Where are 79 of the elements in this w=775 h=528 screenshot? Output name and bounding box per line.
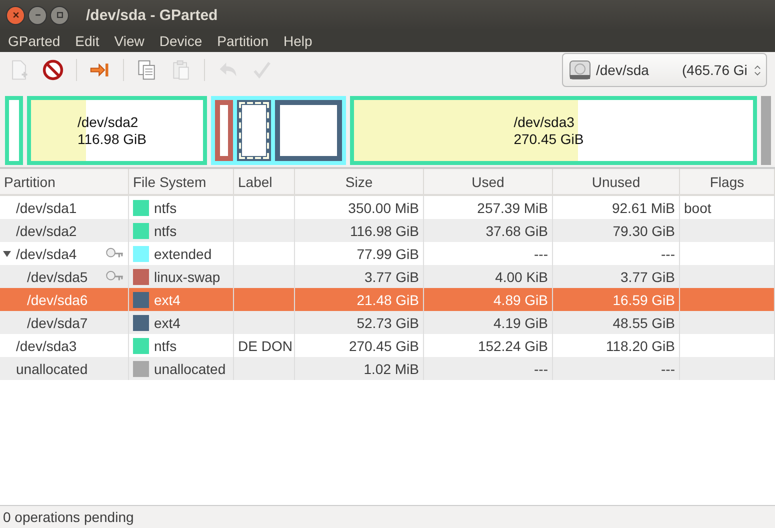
table-cell: unallocated (154, 360, 226, 376)
table-cell: /dev/sda6 (27, 292, 88, 308)
expander-icon[interactable] (3, 250, 11, 258)
close-icon (12, 11, 20, 19)
table-cell: --- (534, 360, 548, 376)
table-cell: 118.20 GiB (606, 338, 675, 354)
table-cell: 77.99 GiB (356, 246, 419, 262)
partition-block[interactable] (274, 100, 342, 161)
extended-partition-block[interactable] (211, 96, 346, 165)
partition-block[interactable]: /dev/sda2 116.98 GiB (26, 96, 208, 165)
table-cell: 3.77 GiB (364, 268, 419, 284)
table-cell: 92.61 MiB (612, 200, 675, 216)
spinner-arrows-icon (754, 64, 761, 76)
table-cell: DE DON (238, 338, 292, 354)
table-cell: /dev/sda4 (16, 246, 77, 262)
delete-icon[interactable] (42, 59, 64, 81)
device-selector[interactable]: /dev/sda (465.76 Gi (562, 53, 767, 87)
maximize-button[interactable] (50, 6, 69, 24)
table-cell: ntfs (154, 200, 177, 216)
maximize-icon (56, 11, 64, 19)
table-cell: 350.00 MiB (348, 200, 419, 216)
table-cell: /dev/sda3 (16, 338, 77, 354)
partition-block[interactable]: /dev/sda3 270.45 GiB (350, 96, 758, 165)
table-cell: --- (534, 246, 548, 262)
table-cell: ext4 (154, 292, 180, 308)
partition-label: /dev/sda3 270.45 GiB (514, 114, 584, 148)
table-cell: /dev/sda5 (27, 268, 88, 284)
table-cell: ntfs (154, 222, 177, 238)
partition-block[interactable] (237, 100, 271, 161)
status-text: 0 operations pending (3, 509, 134, 525)
menu-item[interactable]: View (114, 33, 144, 49)
column-header[interactable]: Used (424, 169, 553, 194)
table-cell: --- (661, 360, 675, 376)
table-cell: 48.55 GiB (612, 314, 675, 330)
close-button[interactable] (6, 6, 25, 24)
column-header[interactable]: File System (129, 169, 234, 194)
table-cell: 116.98 GiB (350, 222, 419, 238)
menu-item[interactable]: Help (284, 33, 312, 49)
menu-item[interactable]: GParted (8, 33, 60, 49)
table-cell: 3.77 GiB (620, 268, 675, 284)
table-cell: 4.89 GiB (494, 292, 548, 308)
menu-item[interactable]: Edit (75, 33, 100, 49)
table-cell: 4.00 KiB (495, 268, 548, 284)
window-title: /dev/sda - GParted (86, 6, 218, 24)
minimize-button[interactable] (28, 6, 47, 24)
partition-block[interactable] (215, 100, 234, 161)
column-header[interactable]: Unused (553, 169, 680, 194)
copy-icon[interactable] (136, 59, 158, 81)
table-cell: extended (154, 246, 212, 262)
table-cell: 37.68 GiB (486, 222, 548, 238)
table-cell: 270.45 GiB (348, 338, 419, 354)
table-cell: boot (684, 200, 712, 216)
table-row[interactable]: /dev/sda2 ntfs 116.98 GiB 37.68 GiB 79.30 GiB (0, 219, 775, 242)
partition-label: /dev/sda2 116.98 GiB (77, 114, 146, 148)
table-cell: --- (661, 246, 675, 262)
table-cell: 4.19 GiB (494, 314, 548, 330)
table-row[interactable]: unallocated unallocated 1.02 MiB --- --- (0, 357, 775, 380)
table-cell: /dev/sda7 (27, 314, 88, 330)
column-header[interactable]: Partition (0, 169, 129, 194)
table-cell: ntfs (154, 338, 177, 354)
table-cell: unallocated (16, 360, 88, 376)
table-cell: ext4 (154, 314, 180, 330)
table-cell: /dev/sda2 (16, 222, 77, 238)
table-cell: 257.39 MiB (477, 200, 548, 216)
menu-item[interactable]: Device (159, 33, 202, 49)
table-cell: /dev/sda1 (16, 200, 77, 216)
table-cell: 16.59 GiB (612, 292, 675, 308)
column-header[interactable]: Flags (680, 169, 775, 194)
menu-item[interactable]: Partition (217, 33, 269, 49)
table-cell: 1.02 MiB (364, 360, 419, 376)
table-cell: linux-swap (154, 268, 220, 284)
table-row[interactable]: /dev/sda7 ext4 52.73 GiB 4.19 GiB 48.55 GiB (0, 311, 775, 334)
column-header[interactable]: Size (295, 169, 424, 194)
table-cell: 79.30 GiB (612, 222, 675, 238)
table-cell: 21.48 GiB (356, 292, 419, 308)
table-cell: 52.73 GiB (356, 314, 419, 330)
table-row[interactable]: /dev/sda5 linux-swap 3.77 GiB 4.00 KiB 3.77 GiB (0, 265, 775, 288)
column-header[interactable]: Label (234, 169, 295, 194)
table-cell: 152.24 GiB (478, 338, 548, 354)
